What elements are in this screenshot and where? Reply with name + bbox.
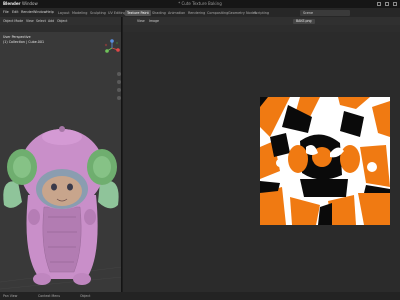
menu-help[interactable]: Help <box>46 8 54 17</box>
baked-texture-image <box>260 97 390 225</box>
navigation-gizmo[interactable] <box>103 39 121 57</box>
image-editor-header: View Image BAKE.png <box>123 17 400 25</box>
close-icon[interactable] <box>393 2 397 6</box>
zoom-icon[interactable] <box>117 72 121 76</box>
window-controls <box>377 2 397 6</box>
tab-animation[interactable]: Animation <box>166 10 187 16</box>
image-name-field[interactable]: BAKE.png <box>293 18 315 24</box>
maximize-icon[interactable] <box>385 2 389 6</box>
status-middle: Context Menu <box>38 294 61 298</box>
camera-icon[interactable] <box>117 88 121 92</box>
status-bar: Pan View Context Menu Object <box>0 292 400 300</box>
tab-sculpting[interactable]: Sculpting <box>88 10 108 16</box>
viewport-nav-buttons <box>117 72 121 100</box>
scene-selector[interactable]: Scene <box>300 9 350 16</box>
menu-render[interactable]: Render <box>21 8 33 17</box>
title-bar: Blender Window * Cute Texture Baking <box>0 0 400 8</box>
pan-hand-icon[interactable] <box>117 80 121 84</box>
menu-bar: File Edit Render Window Help Layout Mode… <box>0 8 400 17</box>
tab-modeling[interactable]: Modeling <box>70 10 89 16</box>
viewport-3d[interactable]: Object Mode View Select Add Object User … <box>0 17 122 292</box>
viewport-menu-add[interactable]: Add <box>48 17 54 25</box>
viewport-tool-header <box>0 25 121 32</box>
active-object-info: (1) Collection | Cube.001 <box>3 39 45 44</box>
viewport-header: Object Mode View Select Add Object <box>0 17 121 25</box>
menu-file[interactable]: File <box>3 8 9 17</box>
tab-texture-paint[interactable]: Texture Paint <box>125 9 151 16</box>
viewport-menu-object[interactable]: Object <box>57 17 67 25</box>
menu-window[interactable]: Window <box>33 8 46 17</box>
viewport-menu-select[interactable]: Select <box>36 17 46 25</box>
viewport-menu-view[interactable]: View <box>26 17 34 25</box>
minimize-icon[interactable] <box>377 2 381 6</box>
menu-edit[interactable]: Edit <box>12 8 19 17</box>
mode-selector[interactable]: Object Mode <box>3 17 23 25</box>
blender-window: Blender Window * Cute Texture Baking Fil… <box>0 0 400 300</box>
image-editor-tool-header <box>123 25 400 32</box>
image-menu-view[interactable]: View <box>137 17 145 25</box>
status-right: Object <box>80 294 91 298</box>
status-left: Pan View <box>3 294 18 298</box>
file-title: * Cute Texture Baking <box>178 1 222 6</box>
creature-model <box>0 126 121 290</box>
image-menu-image[interactable]: Image <box>149 17 159 25</box>
tab-scripting[interactable]: Scripting <box>252 10 271 16</box>
image-editor[interactable]: View Image BAKE.png <box>123 17 400 292</box>
perspective-grid-icon[interactable] <box>117 96 121 100</box>
viewport-info: User Perspective (1) Collection | Cube.0… <box>3 35 44 44</box>
